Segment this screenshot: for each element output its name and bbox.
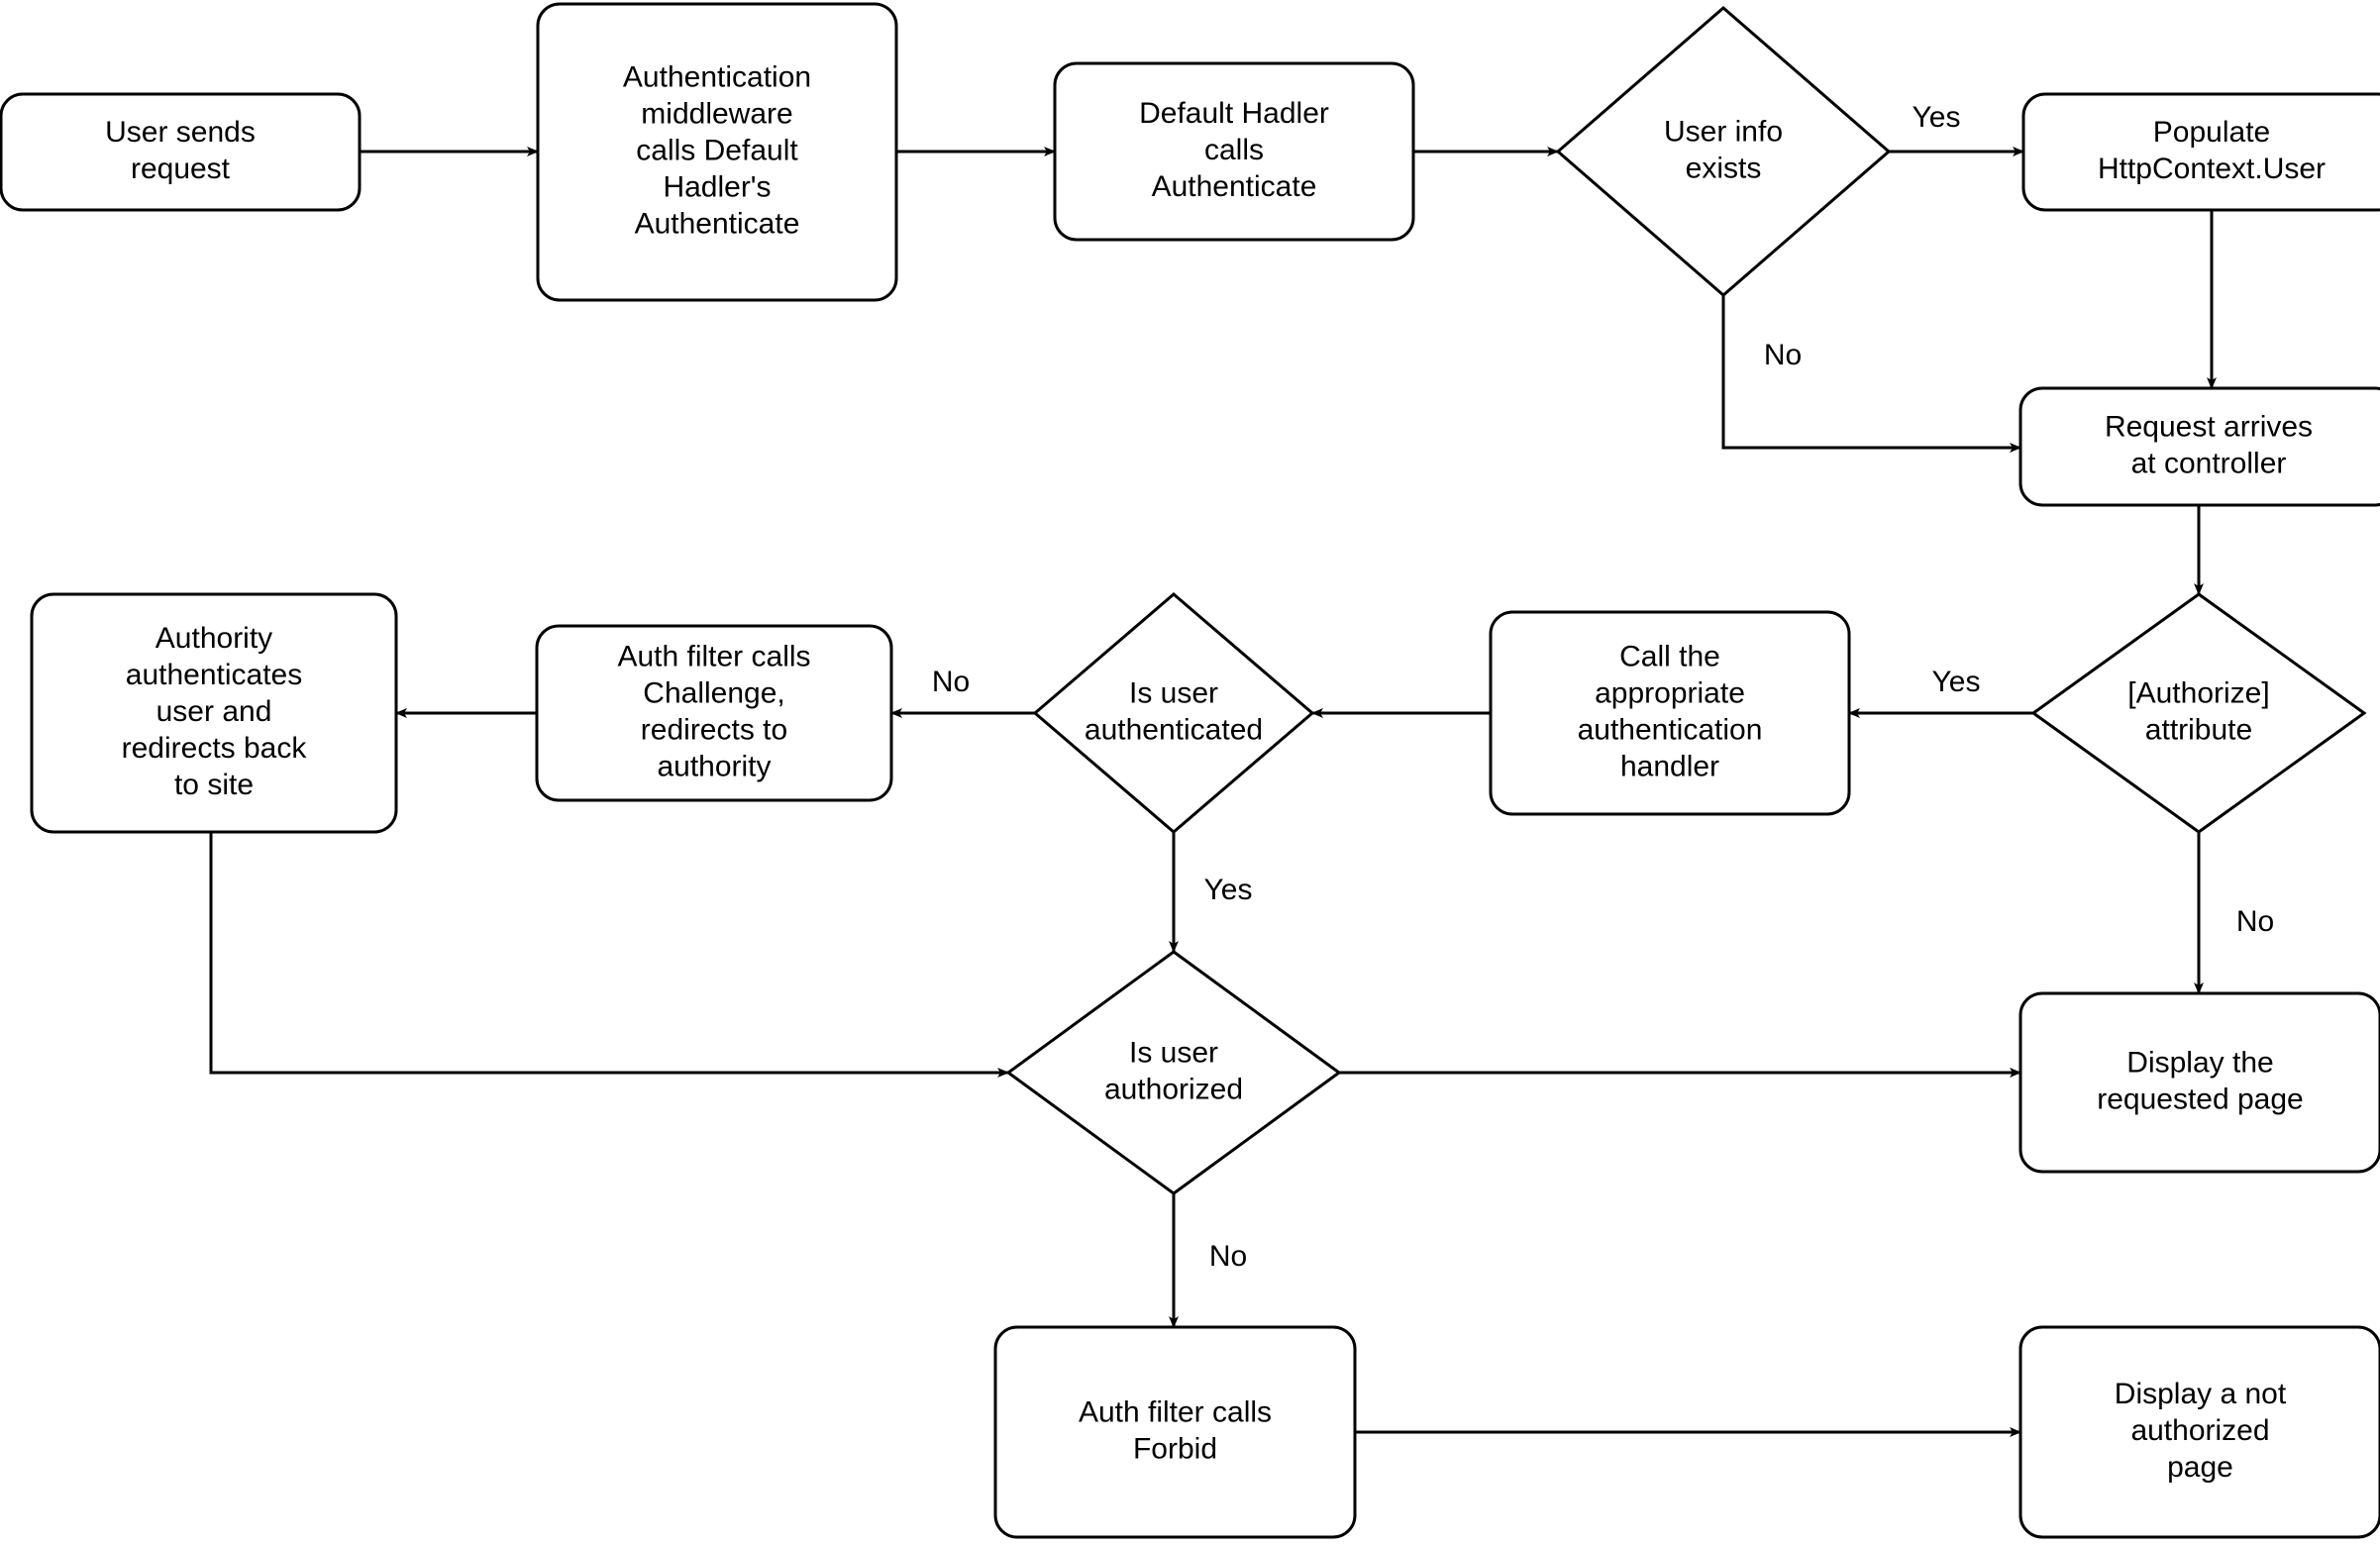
node-user-sends-request[interactable]: User sends request [0,92,362,212]
node-is-user-authorized[interactable]: Is user authorized [1005,950,1342,1195]
node-populate-httpcontext-user[interactable]: Populate HttpContext.User [2021,92,2380,212]
node-default-handler-calls-authenticate[interactable]: Default Hadler calls Authenticate [1053,61,1415,242]
edge-label: No [1764,339,1802,371]
node-call-appropriate-auth-handler[interactable]: Call the appropriate authentication handler [1489,610,1851,816]
node-request-arrives-at-controller[interactable]: Request arrives at controller [2018,386,2380,507]
node-authority-authenticates-user[interactable]: Authority authenticates user and redirects … [30,592,398,834]
node-auth-middleware-calls-default-handler[interactable]: Authentication middleware calls Default Had… [536,2,898,302]
node-auth-filter-calls-challenge[interactable]: Auth filter calls Challenge, redirects to a… [535,624,893,802]
nodes-layer: User sends request Authentication middlewar… [0,2,2380,1539]
node-authorize-attribute[interactable]: [Authorize] attribute [2030,592,2367,834]
edge-authority-authenticates-user-to-is-user-authorized [209,832,1009,1078]
node-display-requested-page[interactable]: Display the requested page [2018,991,2380,1174]
edge-authorize-attribute-to-call-appropriate-auth-handler: Yes [1848,666,2033,718]
edge-label: No [1209,1240,1247,1273]
node-auth-filter-calls-forbid[interactable]: Auth filter calls Forbid [993,1325,1357,1539]
edge-label: No [932,666,970,698]
edge-authorize-attribute-to-display-requested-page: No [2194,832,2274,994]
node-is-user-authenticated[interactable]: Is user authenticated [1032,592,1315,834]
edge-path [1721,295,2021,453]
node-display-not-authorized-page[interactable]: Display a not authorized page [2018,1325,2380,1539]
edge-is-user-authenticated-to-auth-filter-calls-challenge: No [890,666,1035,718]
edge-user-info-exists-to-request-arrives-at-controller: No [1721,295,2021,453]
node-user-info-exists[interactable]: User info exists [1555,6,1892,297]
edge-user-info-exists-to-populate-httpcontext-user: Yes [1889,101,2024,156]
edge-label: Yes [1932,666,1981,698]
edge-label: Yes [1913,101,1961,134]
edge-label: Yes [1204,874,1253,906]
node-label: Authentication middleware calls Default Had… [623,60,811,240]
edge-path [209,832,1009,1078]
edge-is-user-authorized-to-auth-filter-calls-forbid: No [1169,1193,1247,1328]
flowchart-diagram: Yes No Yes No Yes No No User sends request Authe… [0,0,2380,1548]
edge-label: No [2236,905,2274,938]
edge-is-user-authenticated-to-is-user-authorized: Yes [1169,832,1253,953]
